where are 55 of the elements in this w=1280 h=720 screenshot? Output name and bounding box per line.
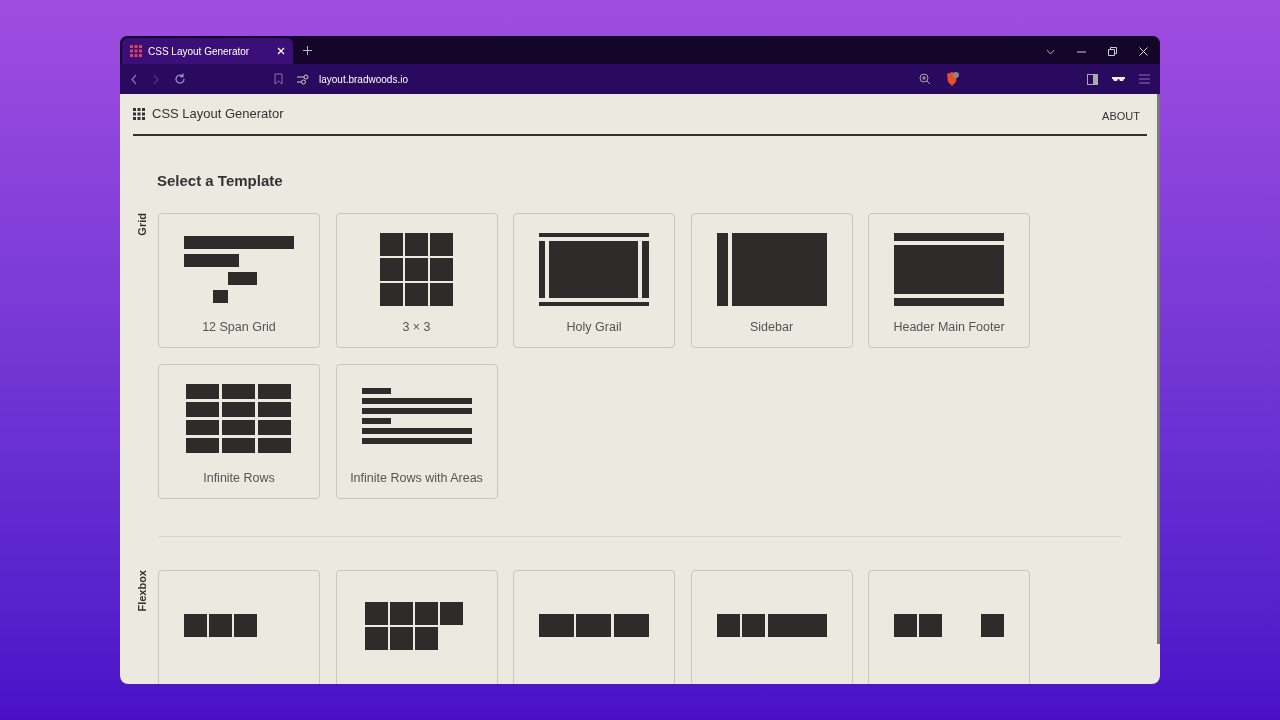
scrollbar[interactable] <box>1157 94 1160 644</box>
grid-icon <box>133 108 145 120</box>
template-name: 3 × 3 <box>402 318 431 336</box>
grid-icon <box>130 45 142 57</box>
glasses-icon[interactable] <box>1112 76 1125 82</box>
template-name: Sidebar <box>749 318 794 336</box>
back-icon[interactable] <box>130 73 138 85</box>
layout-icon <box>539 232 649 306</box>
layout-icon <box>184 613 257 637</box>
bookmark-icon[interactable] <box>274 73 283 85</box>
template-name: Infinite Rows with Areas <box>350 469 483 487</box>
layout-icon <box>186 383 291 453</box>
template-name: Header Main Footer <box>893 318 1005 336</box>
close-icon[interactable] <box>1139 47 1148 56</box>
sidebar-icon[interactable] <box>1087 73 1098 85</box>
template-name: Infinite Rows <box>203 469 275 487</box>
template-name: 12 Span Grid <box>202 318 276 336</box>
chevron-down-icon[interactable] <box>1046 48 1055 55</box>
layout-icon <box>894 613 1004 637</box>
template-card[interactable] <box>690 569 853 684</box>
minimize-icon[interactable] <box>1077 50 1086 53</box>
layout-icon <box>364 601 463 650</box>
template-card[interactable] <box>868 569 1030 684</box>
template-card[interactable] <box>158 569 320 684</box>
tab-title: CSS Layout Generator <box>148 44 251 59</box>
template-card[interactable]: Infinite Rows with Areas <box>335 363 498 499</box>
template-card[interactable]: Infinite Rows <box>158 363 320 499</box>
template-card[interactable]: 12 Span Grid <box>158 212 320 348</box>
template-card[interactable]: 3 × 3 <box>335 212 498 348</box>
url-field[interactable]: layout.bradwoods.io <box>319 71 408 87</box>
new-tab-icon[interactable] <box>303 46 312 55</box>
site-title: CSS Layout Generator <box>152 105 284 124</box>
template-card[interactable]: Holy Grail <box>513 212 675 348</box>
layout-icon <box>894 232 1004 306</box>
template-card[interactable]: Header Main Footer <box>868 212 1030 348</box>
layout-icon <box>716 232 827 306</box>
section-heading: Select a Template <box>157 171 284 191</box>
settings-icon[interactable] <box>297 73 309 85</box>
zoom-icon[interactable] <box>919 73 931 85</box>
layout-icon <box>539 613 649 637</box>
layout-icon <box>184 235 294 303</box>
shield-icon[interactable] <box>945 71 959 87</box>
layout-icon <box>379 232 453 306</box>
section-label: Grid <box>135 212 149 236</box>
layout-icon <box>716 613 827 637</box>
section-label: Flexbox <box>135 569 149 612</box>
restore-icon[interactable] <box>1108 47 1117 56</box>
template-card[interactable] <box>513 569 675 684</box>
template-card[interactable] <box>335 569 498 684</box>
reload-icon[interactable] <box>174 73 186 85</box>
about-link[interactable]: ABOUT <box>1102 107 1140 125</box>
template-name: Holy Grail <box>566 318 622 336</box>
template-card[interactable]: Sidebar <box>690 212 853 348</box>
browser-tab[interactable]: CSS Layout Generator <box>122 38 293 64</box>
layout-icon <box>361 387 472 444</box>
